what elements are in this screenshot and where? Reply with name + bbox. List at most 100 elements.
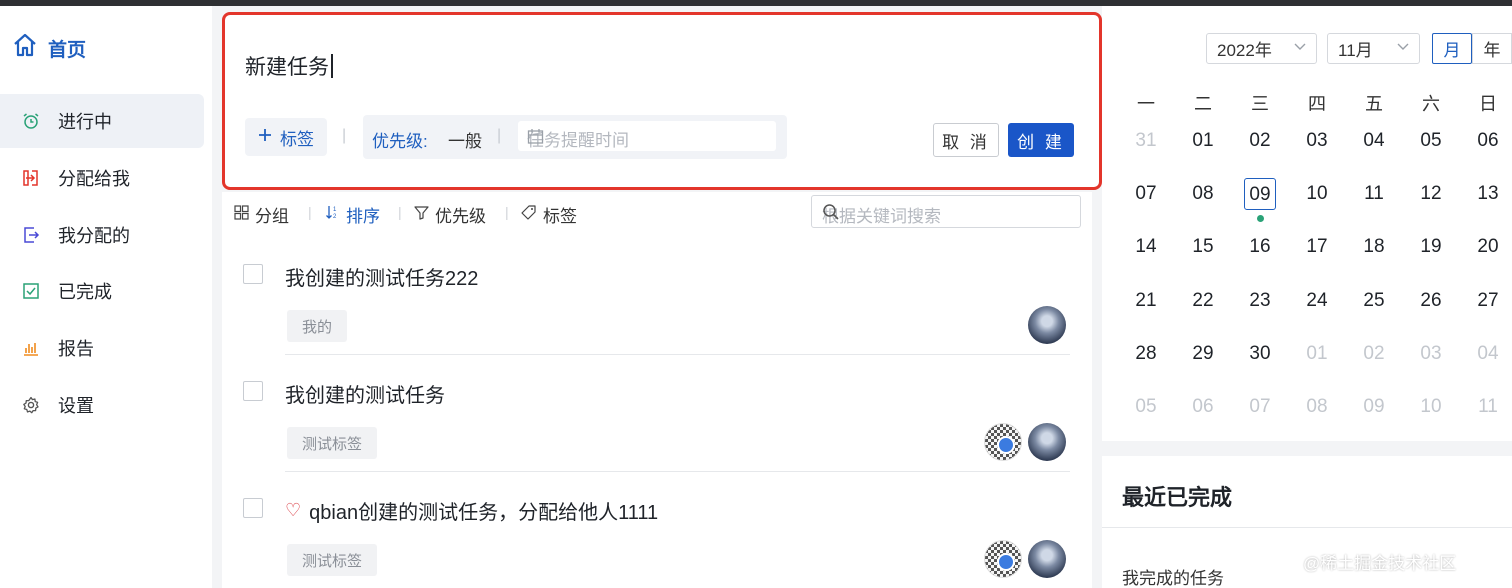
recent-completed-title: 最近已完成 (1122, 485, 1233, 510)
calendar-day[interactable]: 19 (1411, 231, 1451, 263)
chevron-down-icon (1294, 40, 1306, 55)
svg-text:2: 2 (333, 214, 337, 220)
task-title[interactable]: 我创建的测试任务 (285, 379, 445, 408)
weekday-label: 二 (1194, 94, 1212, 114)
calendar-day[interactable]: 25 (1354, 285, 1394, 317)
sort-label: 排序 (346, 207, 380, 226)
calendar-day[interactable]: 06 (1183, 391, 1223, 423)
calendar-day[interactable]: 14 (1126, 231, 1166, 263)
task-checkbox[interactable] (243, 264, 263, 284)
calendar-day[interactable]: 28 (1126, 338, 1166, 370)
avatar[interactable] (984, 423, 1022, 461)
calendar-day[interactable]: 01 (1183, 125, 1223, 157)
add-tag-button[interactable]: 标签 (245, 118, 327, 156)
month-select[interactable]: 11月 (1327, 33, 1420, 64)
calendar-day[interactable]: 05 (1126, 391, 1166, 423)
calendar-day[interactable]: 26 (1411, 285, 1451, 317)
sidebar-item-label: 已完成 (58, 282, 112, 302)
task-checkbox[interactable] (243, 381, 263, 401)
calendar-day[interactable]: 30 (1240, 338, 1280, 370)
divider: | (497, 127, 502, 144)
sidebar: 首页 进行中 分配给我 我分配的 已完成 报告 设置 (0, 6, 212, 588)
sidebar-item-report[interactable]: 报告 (0, 321, 204, 375)
add-tag-label: 标签 (280, 129, 314, 149)
avatar[interactable] (1028, 540, 1066, 578)
task-item[interactable]: ♡ qbian创建的测试任务，分配给他人1111 测试标签 (222, 472, 1092, 588)
calendar-day[interactable]: 08 (1297, 391, 1337, 423)
calendar-day[interactable]: 16 (1240, 231, 1280, 263)
weekday-label: 六 (1422, 94, 1440, 114)
calendar-day[interactable]: 20 (1468, 231, 1508, 263)
calendar-day[interactable]: 17 (1297, 231, 1337, 263)
calendar-day[interactable]: 04 (1354, 125, 1394, 157)
calendar-day[interactable]: 05 (1411, 125, 1451, 157)
year-mode-toggle[interactable]: 年 (1472, 33, 1512, 64)
calendar-day[interactable]: 09 (1354, 391, 1394, 423)
calendar-day[interactable]: 03 (1411, 338, 1451, 370)
calendar-day[interactable]: 01 (1297, 338, 1337, 370)
task-title[interactable]: ♡ qbian创建的测试任务，分配给他人1111 (285, 496, 658, 525)
priority-filter-button[interactable]: 优先级 (414, 202, 486, 227)
tag-filter-button[interactable]: 标签 (521, 202, 577, 227)
sidebar-item-completed[interactable]: 已完成 (0, 264, 204, 318)
task-item[interactable]: 我创建的测试任务222 我的 (222, 238, 1092, 355)
calendar-day[interactable]: 08 (1183, 178, 1223, 210)
calendar-day[interactable]: 31 (1126, 125, 1166, 157)
task-item[interactable]: 我创建的测试任务 测试标签 (222, 355, 1092, 472)
reminder-time-input[interactable]: 任务提醒时间 (518, 121, 776, 151)
group-button[interactable]: 分组 (234, 202, 289, 227)
calendar-day[interactable]: 21 (1126, 285, 1166, 317)
calendar-day[interactable]: 03 (1297, 125, 1337, 157)
grid-icon (234, 204, 249, 225)
completed-task-item[interactable]: 我完成的任务 (1122, 564, 1224, 588)
calendar-day[interactable]: 24 (1297, 285, 1337, 317)
sidebar-item-label: 我分配的 (58, 226, 130, 246)
calendar-day[interactable]: 07 (1126, 178, 1166, 210)
year-select[interactable]: 2022年 (1206, 33, 1317, 64)
calendar-day[interactable]: 02 (1240, 125, 1280, 157)
calendar-day[interactable]: 29 (1183, 338, 1223, 370)
calendar-day[interactable]: 18 (1354, 231, 1394, 263)
calendar-day[interactable]: 11 (1354, 178, 1394, 210)
sidebar-item-settings[interactable]: 设置 (0, 378, 204, 432)
calendar-day[interactable]: 22 (1183, 285, 1223, 317)
cancel-button[interactable]: 取 消 (933, 123, 999, 157)
calendar-day-today[interactable]: 09 (1244, 178, 1276, 210)
sidebar-item-label: 分配给我 (58, 169, 130, 189)
task-checkbox[interactable] (243, 498, 263, 518)
priority-select[interactable]: 一般 (448, 127, 482, 152)
calendar-day[interactable]: 12 (1411, 178, 1451, 210)
task-title-input[interactable]: 新建任务 (245, 51, 333, 81)
calendar-day[interactable]: 06 (1468, 125, 1508, 157)
create-button[interactable]: 创 建 (1008, 123, 1074, 157)
avatar[interactable] (1028, 306, 1066, 344)
task-tag: 我的 (287, 310, 348, 342)
calendar-day[interactable]: 07 (1240, 391, 1280, 423)
calendar-day[interactable]: 11 (1468, 391, 1508, 423)
sort-button[interactable]: 12 排序 (325, 202, 380, 227)
home-link[interactable]: 首页 (12, 32, 86, 64)
priority-label: 优先级: (372, 132, 428, 151)
calendar-day[interactable]: 10 (1297, 178, 1337, 210)
month-mode-toggle[interactable]: 月 (1432, 33, 1472, 64)
avatar[interactable] (1028, 423, 1066, 461)
calendar-day[interactable]: 15 (1183, 231, 1223, 263)
sidebar-item-assigned-by-me[interactable]: 我分配的 (0, 208, 204, 262)
task-indicator-dot (1257, 215, 1264, 222)
sidebar-item-in-progress[interactable]: 进行中 (0, 94, 204, 148)
calendar-day[interactable]: 02 (1354, 338, 1394, 370)
task-title-text: 我创建的测试任务222 (285, 268, 479, 290)
calendar-day[interactable]: 13 (1468, 178, 1508, 210)
search-input[interactable]: 根据关键词搜索 (811, 195, 1081, 228)
calendar-day[interactable]: 27 (1468, 285, 1508, 317)
filter-icon (414, 205, 429, 225)
sidebar-item-assigned-to-me[interactable]: 分配给我 (0, 151, 204, 205)
sidebar-item-label: 报告 (58, 339, 94, 359)
calendar-day[interactable]: 23 (1240, 285, 1280, 317)
calendar-day[interactable]: 10 (1411, 391, 1451, 423)
calendar-day[interactable]: 04 (1468, 338, 1508, 370)
task-title[interactable]: 我创建的测试任务222 (285, 262, 478, 291)
heart-icon[interactable]: ♡ (285, 500, 301, 521)
text-cursor (331, 54, 333, 78)
avatar[interactable] (984, 540, 1022, 578)
